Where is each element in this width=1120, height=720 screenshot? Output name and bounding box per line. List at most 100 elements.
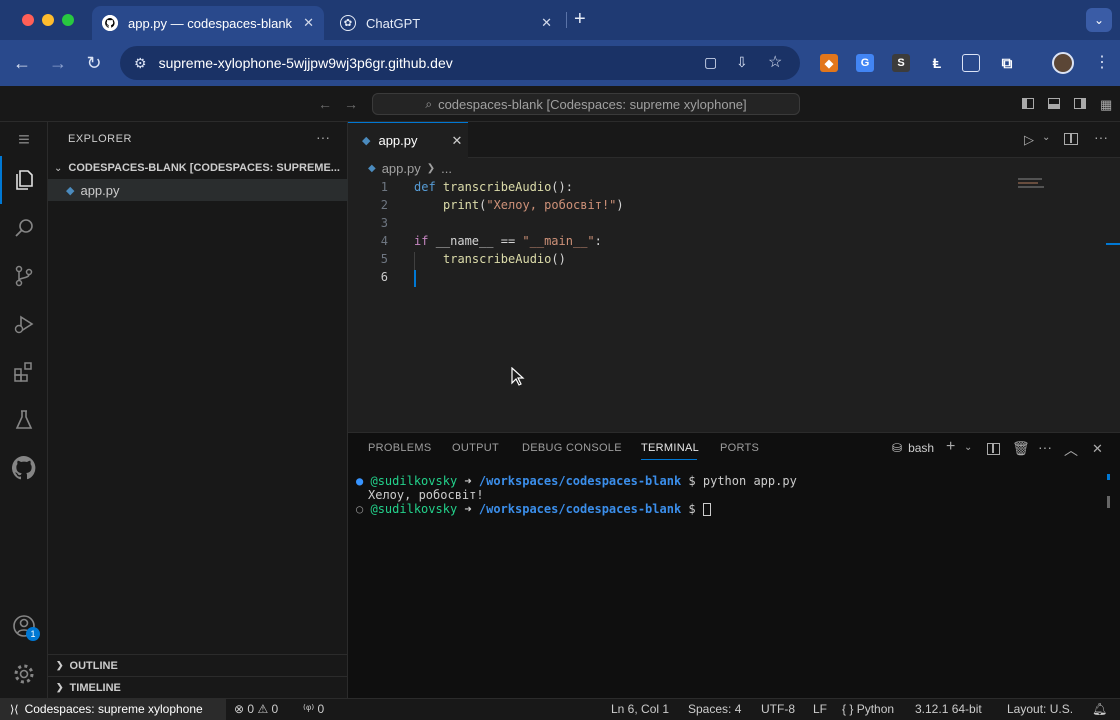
chevron-right-icon: ❯ <box>56 660 64 670</box>
search-icon: ⌕ <box>425 96 433 111</box>
shell-name: bash <box>908 441 935 455</box>
panel-tab-debug-console[interactable]: DEBUG CONSOLE <box>522 442 622 454</box>
panel-tab-problems[interactable]: PROBLEMS <box>368 442 432 454</box>
toggle-sidebar-icon[interactable] <box>1022 98 1034 109</box>
testing-flask-icon[interactable] <box>0 396 48 444</box>
text-extension-icon[interactable]: Ⱡ <box>928 54 946 72</box>
chevron-down-icon[interactable]: ⌄ <box>1042 132 1050 143</box>
keyword-token: if <box>414 234 429 248</box>
breadcrumb: ◆ app.py ❯ ... <box>368 161 452 176</box>
site-settings-icon[interactable]: ⚙ <box>134 55 147 72</box>
toggle-panel-icon[interactable] <box>1048 98 1060 109</box>
explorer-icon[interactable] <box>0 156 48 204</box>
reload-icon[interactable]: ↻ <box>82 52 106 74</box>
editor-tab-app-py[interactable]: ◆ app.py ✕ <box>348 122 468 158</box>
file-item-app-py[interactable]: ◆ app.py <box>48 179 348 201</box>
eol-status[interactable]: LF <box>813 702 827 716</box>
split-terminal-icon[interactable] <box>987 443 1000 455</box>
trash-icon[interactable]: 🗑 <box>1012 440 1030 457</box>
extensions-icon[interactable] <box>0 348 48 396</box>
maximize-panel-icon[interactable]: ︿ <box>1064 440 1078 460</box>
encoding-status[interactable]: UTF-8 <box>761 702 795 716</box>
terminal-scroll-marker <box>1107 474 1110 480</box>
warning-icon: ⚠ <box>257 702 269 716</box>
extensions-puzzle-icon[interactable]: ⧉ <box>998 54 1016 72</box>
more-actions-icon[interactable]: ··· <box>1094 129 1108 145</box>
tab-divider <box>566 12 567 28</box>
forward-arrow-icon[interactable]: → <box>46 52 70 74</box>
command-center-text: codespaces-blank [Codespaces: supreme xy… <box>438 96 747 112</box>
run-debug-icon[interactable] <box>0 300 48 348</box>
problems-status[interactable]: ⊗ 0 ⚠ 0 <box>234 702 278 716</box>
remote-indicator[interactable]: ⟩⟨ Codespaces: supreme xylophone <box>0 698 226 720</box>
terminal-scrollbar[interactable] <box>1107 496 1110 508</box>
terminal-shell-selector[interactable]: ⛁ bash <box>892 441 934 455</box>
minimize-window-button[interactable] <box>42 14 54 26</box>
ports-status[interactable]: ⁽ᵠ⁾ 0 <box>303 702 324 716</box>
workspace-folder-header[interactable]: ⌄ CODESPACES-BLANK [CODESPACES: SUPREME.… <box>48 157 348 179</box>
translate-extension-icon[interactable]: G <box>856 54 874 72</box>
terminal-path: /workspaces/codespaces-blank <box>478 474 682 488</box>
browser-tab-chatgpt[interactable]: ✿ ChatGPT ✕ <box>330 6 562 40</box>
terminal-line-1: ● @sudilkovsky ➜ /workspaces/codespaces-… <box>356 474 797 488</box>
panel-tab-terminal[interactable]: TERMINAL <box>641 442 699 454</box>
breadcrumb-more[interactable]: ... <box>441 161 452 176</box>
python-file-icon: ◆ <box>368 163 376 174</box>
new-tab-button[interactable]: + <box>574 8 586 31</box>
customize-layout-icon[interactable]: ▦ <box>1100 97 1112 113</box>
terminal-path: /workspaces/codespaces-blank <box>478 502 682 516</box>
indentation-status[interactable]: Spaces: 4 <box>688 702 741 716</box>
keyboard-layout-status[interactable]: Layout: U.S. <box>1007 702 1073 716</box>
command-center[interactable]: ⌕ codespaces-blank [Codespaces: supreme … <box>372 93 800 115</box>
close-window-button[interactable] <box>22 14 34 26</box>
chevron-down-icon[interactable]: ⌄ <box>964 442 972 453</box>
cursor-position[interactable]: Ln 6, Col 1 <box>611 702 669 716</box>
terminal-line-3[interactable]: ○ @sudilkovsky ➜ /workspaces/codespaces-… <box>356 502 711 516</box>
close-tab-icon[interactable]: ✕ <box>452 133 463 149</box>
panel-tab-ports[interactable]: PORTS <box>720 442 759 454</box>
string-token: "__main__" <box>522 234 595 248</box>
source-control-icon[interactable] <box>0 252 48 300</box>
settings-gear-icon[interactable] <box>0 650 48 698</box>
bookmark-star-icon[interactable]: ☆ <box>768 52 782 72</box>
breadcrumb-file[interactable]: app.py <box>382 161 421 176</box>
outline-section[interactable]: ❯ OUTLINE <box>48 654 348 676</box>
close-panel-icon[interactable]: ✕ <box>1092 441 1103 457</box>
back-arrow-icon[interactable]: ← <box>10 52 34 74</box>
clipboard-icon[interactable]: ▢ <box>704 54 717 71</box>
metamask-extension-icon[interactable]: ◆ <box>820 54 838 72</box>
minimap[interactable] <box>1018 178 1046 190</box>
toggle-secondary-sidebar-icon[interactable] <box>1074 98 1086 109</box>
nav-back-icon[interactable]: ← <box>318 96 332 112</box>
split-editor-icon[interactable] <box>1064 133 1078 145</box>
explorer-sidebar <box>48 122 348 698</box>
screenshot-extension-icon[interactable] <box>962 54 980 72</box>
browser-menu-icon[interactable]: ⋮ <box>1094 52 1110 72</box>
profile-avatar[interactable] <box>1052 52 1074 74</box>
nav-forward-icon[interactable]: → <box>344 96 358 112</box>
close-tab-icon[interactable]: ✕ <box>303 15 314 31</box>
remote-label: Codespaces: supreme xylophone <box>24 702 203 716</box>
timeline-section[interactable]: ❯ TIMELINE <box>48 676 348 698</box>
keyword-token: def <box>414 180 436 194</box>
prompt-symbol: $ <box>688 474 696 488</box>
panel-tab-output[interactable]: OUTPUT <box>452 442 499 454</box>
accounts-icon[interactable] <box>0 602 48 650</box>
new-terminal-icon[interactable]: + <box>946 438 955 456</box>
more-actions-icon[interactable]: ··· <box>1038 439 1052 455</box>
tab-search-chevron-icon[interactable]: ⌄ <box>1086 8 1112 32</box>
github-icon[interactable] <box>0 444 48 492</box>
s-extension-icon[interactable]: S <box>892 54 910 72</box>
more-actions-icon[interactable]: ··· <box>316 129 330 145</box>
search-icon[interactable] <box>0 204 48 252</box>
zoom-window-button[interactable] <box>62 14 74 26</box>
interpreter-status[interactable]: 3.12.1 64-bit <box>915 702 982 716</box>
run-python-file-icon[interactable]: ▷ <box>1024 132 1034 148</box>
github-icon <box>102 15 118 31</box>
notifications-bell-icon[interactable]: 🔔︎ <box>1092 702 1107 716</box>
language-status[interactable]: { } Python <box>842 702 894 716</box>
address-bar[interactable]: ⚙ supreme-xylophone-5wjjpw9wj3p6gr.githu… <box>120 46 800 80</box>
install-app-icon[interactable]: ⇩ <box>736 54 748 71</box>
close-tab-icon[interactable]: ✕ <box>541 15 552 31</box>
browser-tab-app[interactable]: app.py — codespaces-blank ✕ <box>92 6 324 40</box>
